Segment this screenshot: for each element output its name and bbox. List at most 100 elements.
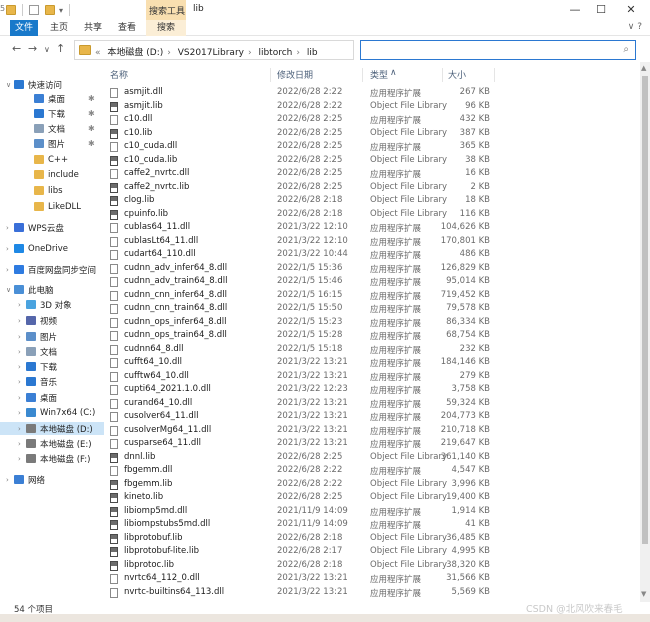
file-row[interactable]: cusolver64_11.dll 2021/3/22 13:21 应用程序扩展 20… [104, 410, 640, 424]
nav-item[interactable]: › 桌面 [0, 391, 104, 404]
file-row[interactable]: nvrtc-builtins64_113.dll 2021/3/22 13:21 应… [104, 586, 640, 600]
nav-item[interactable]: › 网络 [0, 473, 104, 486]
chevron-right-icon[interactable]: › [18, 425, 26, 433]
file-row[interactable]: dnnl.lib 2022/6/28 2:25 Object File Librar… [104, 451, 640, 465]
nav-item[interactable]: › 百度网盘同步空间 [0, 263, 104, 276]
chevron-right-icon[interactable]: › [18, 394, 26, 402]
nav-item[interactable]: › 下载 [0, 360, 104, 373]
file-row[interactable]: fbgemm.dll 2022/6/28 2:22 应用程序扩展 4,547 KB [104, 464, 640, 478]
file-row[interactable]: cudnn_adv_train64_8.dll 2022/1/5 15:46 应用程… [104, 275, 640, 289]
chevron-right-icon[interactable]: › [6, 224, 14, 232]
chevron-right-icon[interactable]: › [18, 440, 26, 448]
file-row[interactable]: cudart64_110.dll 2021/3/22 10:44 应用程序扩展 486… [104, 248, 640, 262]
address-bar[interactable]: « 本地磁盘 (D:) › VS2017Library › libtorch › li… [74, 40, 420, 60]
column-divider[interactable] [362, 68, 363, 82]
file-row[interactable]: kineto.lib 2022/6/28 2:25 Object File Libr… [104, 491, 640, 505]
nav-item[interactable]: include [0, 168, 104, 181]
nav-item[interactable]: 图片 ✱ [0, 137, 104, 150]
file-row[interactable]: libprotoc.lib 2022/6/28 2:18 Object File L… [104, 559, 640, 573]
file-row[interactable]: cpuinfo.lib 2022/6/28 2:18 Object File Lib… [104, 208, 640, 222]
file-row[interactable]: curand64_10.dll 2021/3/22 13:21 应用程序扩展 59,3… [104, 397, 640, 411]
scroll-down-icon[interactable]: ▼ [641, 590, 646, 598]
column-divider[interactable] [494, 68, 495, 82]
file-row[interactable]: cusparse64_11.dll 2021/3/22 13:21 应用程序扩展 21… [104, 437, 640, 451]
column-header-size[interactable]: 大小 [448, 68, 466, 81]
pin-icon[interactable]: ✱ [88, 124, 95, 133]
forward-button[interactable]: → [28, 42, 37, 55]
file-row[interactable]: cudnn64_8.dll 2022/1/5 15:18 应用程序扩展 232 KB [104, 343, 640, 357]
file-row[interactable]: cufft64_10.dll 2021/3/22 13:21 应用程序扩展 184,1… [104, 356, 640, 370]
recent-locations-dropdown[interactable]: ∨ [44, 45, 50, 54]
nav-item[interactable]: 下载 ✱ [0, 107, 104, 120]
chevron-right-icon[interactable]: › [6, 245, 14, 253]
file-row[interactable]: cupti64_2021.1.0.dll 2021/3/22 12:23 应用程序扩… [104, 383, 640, 397]
nav-item[interactable]: › WPS云盘 [0, 221, 104, 234]
breadcrumb-item[interactable]: VS2017Library [178, 48, 244, 58]
file-row[interactable]: cudnn_adv_infer64_8.dll 2022/1/5 15:36 应用程… [104, 262, 640, 276]
file-row[interactable]: clog.lib 2022/6/28 2:18 Object File Librar… [104, 194, 640, 208]
nav-item[interactable]: › OneDrive [0, 242, 104, 255]
tab-home[interactable]: 主页 [46, 20, 72, 36]
file-row[interactable]: cublas64_11.dll 2021/3/22 12:10 应用程序扩展 104,… [104, 221, 640, 235]
file-row[interactable]: libiompstubs5md.dll 2021/11/9 14:09 应用程序扩展… [104, 518, 640, 532]
scrollbar-thumb[interactable] [642, 76, 648, 544]
file-row[interactable]: fbgemm.lib 2022/6/28 2:22 Object File Libr… [104, 478, 640, 492]
file-row[interactable]: libiomp5md.dll 2021/11/9 14:09 应用程序扩展 1,914… [104, 505, 640, 519]
file-row[interactable]: asmjit.lib 2022/6/28 2:22 Object File Libr… [104, 100, 640, 114]
file-row[interactable]: caffe2_nvrtc.lib 2022/6/28 2:25 Object Fil… [104, 181, 640, 195]
nav-item[interactable]: C++ [0, 153, 104, 166]
file-row[interactable]: cusolverMg64_11.dll 2021/3/22 13:21 应用程序扩展… [104, 424, 640, 438]
nav-item[interactable]: ∨ 此电脑 [0, 283, 104, 296]
column-header-date[interactable]: 修改日期 [277, 68, 313, 81]
file-row[interactable]: nvrtc64_112_0.dll 2021/3/22 13:21 应用程序扩展 31… [104, 572, 640, 586]
chevron-right-icon[interactable]: › [18, 363, 26, 371]
vertical-scrollbar[interactable]: ▲ ▼ [640, 62, 650, 602]
properties-icon[interactable] [29, 5, 39, 15]
chevron-down-icon[interactable]: ∨ [6, 81, 14, 89]
nav-item[interactable]: › 本地磁盘 (F:) [0, 452, 104, 465]
file-row[interactable]: c10_cuda.lib 2022/6/28 2:25 Object File Li… [104, 154, 640, 168]
chevron-right-icon[interactable]: › [18, 333, 26, 341]
chevron-right-icon[interactable]: › [6, 266, 14, 274]
file-row[interactable]: asmjit.dll 2022/6/28 2:22 应用程序扩展 267 KB [104, 86, 640, 100]
file-row[interactable]: cudnn_ops_train64_8.dll 2022/1/5 15:28 应用程… [104, 329, 640, 343]
nav-item[interactable]: › 视频 [0, 314, 104, 327]
file-row[interactable]: libprotobuf.lib 2022/6/28 2:18 Object File… [104, 532, 640, 546]
chevron-down-icon[interactable]: ∨ [6, 286, 14, 294]
column-divider[interactable] [270, 68, 271, 82]
breadcrumb-item[interactable]: libtorch [258, 48, 292, 58]
new-folder-icon[interactable] [45, 5, 55, 15]
pin-icon[interactable]: ✱ [88, 109, 95, 118]
nav-item[interactable]: › 图片 [0, 330, 104, 343]
chevron-right-icon[interactable]: › [18, 378, 26, 386]
nav-item[interactable]: › 文档 [0, 345, 104, 358]
chevron-right-icon[interactable]: › [18, 455, 26, 463]
nav-item[interactable]: ∨ 快速访问 [0, 78, 104, 91]
pin-icon[interactable]: ✱ [88, 94, 95, 103]
file-row[interactable]: cufftw64_10.dll 2021/3/22 13:21 应用程序扩展 279 … [104, 370, 640, 384]
column-divider[interactable] [442, 68, 443, 82]
tab-share[interactable]: 共享 [80, 20, 106, 36]
tab-view[interactable]: 查看 [114, 20, 140, 36]
up-button[interactable]: ↑ [56, 42, 65, 55]
breadcrumb-item[interactable]: lib [307, 48, 318, 58]
nav-item[interactable]: › 本地磁盘 (D:) [0, 422, 104, 435]
scroll-up-icon[interactable]: ▲ [641, 64, 646, 72]
column-header-name[interactable]: 名称 [110, 68, 128, 81]
file-row[interactable]: c10.dll 2022/6/28 2:25 应用程序扩展 432 KB [104, 113, 640, 127]
search-box[interactable]: ⌕ [360, 40, 636, 60]
file-row[interactable]: cublasLt64_11.dll 2021/3/22 12:10 应用程序扩展 17… [104, 235, 640, 249]
file-row[interactable]: caffe2_nvrtc.dll 2022/6/28 2:25 应用程序扩展 16 K… [104, 167, 640, 181]
nav-item[interactable]: › Win7x64 (C:) [0, 406, 104, 419]
file-row[interactable]: cudnn_cnn_infer64_8.dll 2022/1/5 16:15 应用程… [104, 289, 640, 303]
file-row[interactable]: c10_cuda.dll 2022/6/28 2:25 应用程序扩展 365 KB [104, 140, 640, 154]
search-icon[interactable]: ⌕ [623, 44, 629, 55]
chevron-right-icon[interactable]: › [18, 317, 26, 325]
back-button[interactable]: ← [12, 42, 21, 55]
nav-item[interactable]: 文档 ✱ [0, 122, 104, 135]
chevron-right-icon[interactable]: › [18, 409, 26, 417]
ribbon-help-controls[interactable]: ∨ ? [628, 22, 642, 32]
quick-access-dropdown-icon[interactable]: ▾ [59, 6, 63, 15]
nav-item[interactable]: › 本地磁盘 (E:) [0, 437, 104, 450]
nav-item[interactable]: › 3D 对象 [0, 298, 104, 311]
